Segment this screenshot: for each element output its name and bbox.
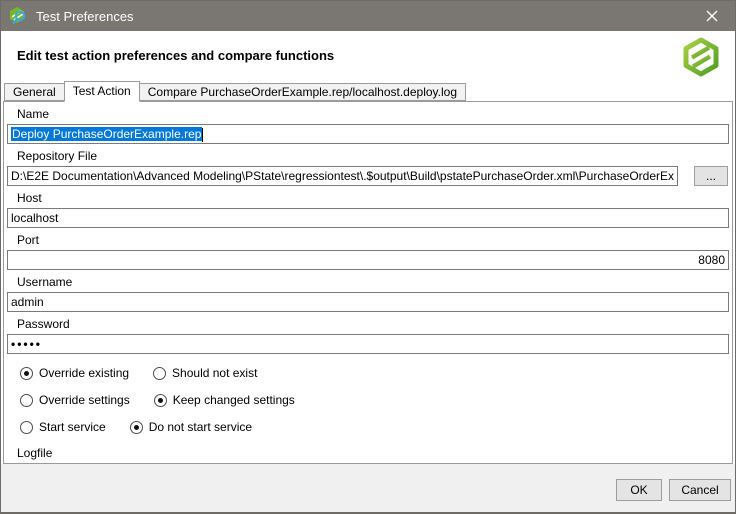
deploy-options: Override existing Should not exist Overr… [20,366,729,434]
host-input[interactable] [7,208,729,228]
dialog-header: Edit test action preferences and compare… [1,31,735,80]
radio-override-existing[interactable]: Override existing [20,366,129,380]
service-options-row: Start service Do not start service [20,420,729,434]
text-caret [202,128,203,142]
close-icon [706,10,718,22]
port-label: Port [17,234,729,247]
radio-label: Keep changed settings [173,393,295,407]
radio-button-icon [20,421,33,434]
password-label: Password [17,318,729,331]
repository-file-browse-button[interactable]: ... [694,166,728,186]
radio-label: Do not start service [149,420,252,434]
radio-button-icon [20,367,33,380]
radio-button-icon [20,394,33,407]
app-logo-icon [8,6,28,26]
dialog-header-title: Edit test action preferences and compare… [17,48,334,63]
logfile-browse-button[interactable]: ... [694,463,728,464]
password-input[interactable] [7,334,729,354]
existing-options-row: Override existing Should not exist [20,366,729,380]
radio-should-not-exist[interactable]: Should not exist [153,366,257,380]
radio-keep-changed-settings[interactable]: Keep changed settings [154,393,295,407]
tab-general[interactable]: General [4,83,65,101]
window-title: Test Preferences [36,9,689,24]
button-bar: OK Cancel [1,464,735,512]
radio-label: Override existing [39,366,129,380]
tab-bar: General Test Action Compare PurchaseOrde… [1,80,735,101]
radio-start-service[interactable]: Start service [20,420,106,434]
brand-hexagon-logo-icon [682,37,720,77]
name-input-selected-text: Deploy PurchaseOrderExample.rep [11,127,202,141]
radio-label: Override settings [39,393,130,407]
radio-do-not-start-service[interactable]: Do not start service [130,420,252,434]
cancel-button[interactable]: Cancel [669,479,731,501]
test-action-panel: Name Deploy PurchaseOrderExample.rep Rep… [3,101,733,464]
port-input[interactable] [7,250,729,270]
test-preferences-dialog: Test Preferences Edit test action prefer… [0,0,736,514]
tab-compare[interactable]: Compare PurchaseOrderExample.rep/localho… [139,83,466,101]
host-label: Host [17,192,729,205]
radio-label: Should not exist [172,366,257,380]
ok-button[interactable]: OK [616,479,662,501]
username-label: Username [17,276,729,289]
radio-override-settings[interactable]: Override settings [20,393,130,407]
repository-file-input[interactable] [7,166,678,186]
close-button[interactable] [689,1,735,31]
radio-button-icon [154,394,167,407]
logfile-label: Logfile [17,447,729,460]
username-input[interactable] [7,292,729,312]
repository-file-label: Repository File [17,150,729,163]
radio-label: Start service [39,420,106,434]
radio-button-icon [130,421,143,434]
settings-options-row: Override settings Keep changed settings [20,393,729,407]
tab-test-action[interactable]: Test Action [64,81,140,102]
name-label: Name [17,108,729,121]
radio-button-icon [153,367,166,380]
name-input[interactable]: Deploy PurchaseOrderExample.rep [7,124,729,144]
titlebar[interactable]: Test Preferences [1,1,735,31]
logfile-input[interactable] [7,463,678,464]
